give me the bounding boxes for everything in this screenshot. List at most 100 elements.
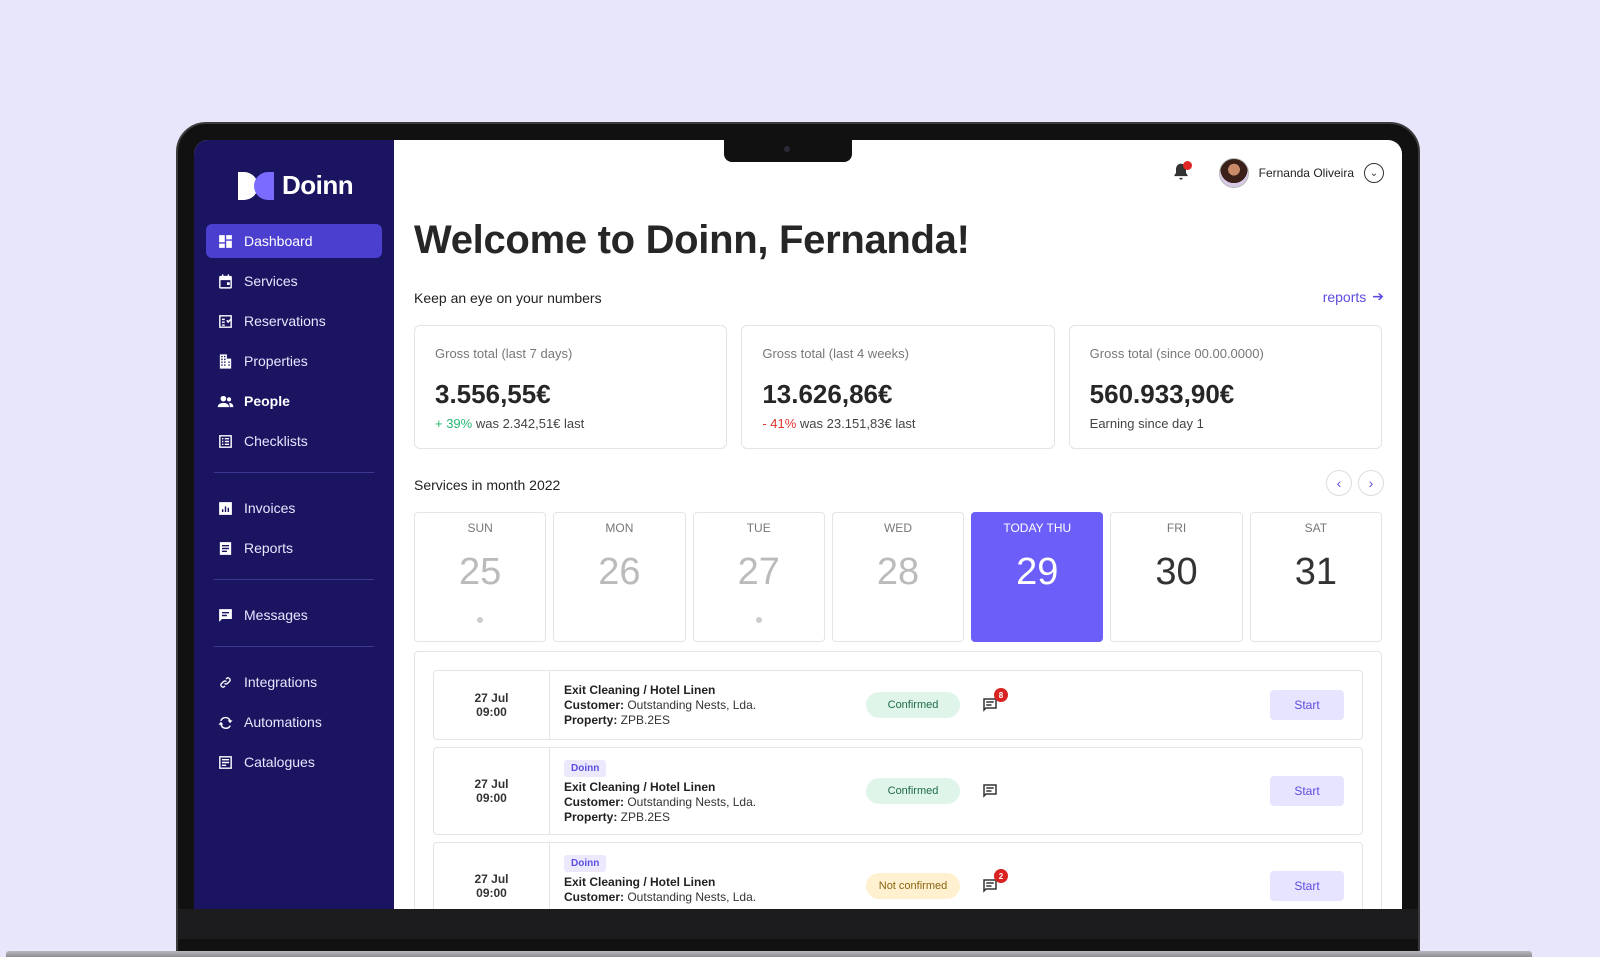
page-title: Welcome to Doinn, Fernanda! xyxy=(414,218,970,262)
day-date: 28 xyxy=(876,551,920,593)
day-wed[interactable]: WED 28 xyxy=(831,512,965,642)
user-name[interactable]: Fernanda Oliveira xyxy=(1259,166,1354,180)
checklist-icon xyxy=(216,432,234,450)
sidebar-item-label: Dashboard xyxy=(244,233,313,249)
laptop-base xyxy=(6,951,1532,957)
day-name: SAT xyxy=(1304,521,1328,535)
stat-footer: - 41% was 23.151,83€ last xyxy=(762,416,1033,431)
message-icon xyxy=(216,606,234,624)
sidebar-divider xyxy=(214,472,374,473)
sidebar-item-invoices[interactable]: Invoices xyxy=(206,491,382,525)
sidebar-item-label: Messages xyxy=(244,607,308,623)
list-item[interactable]: 27 Jul 09:00 Exit Cleaning / Hotel Linen … xyxy=(433,670,1363,740)
sidebar-item-label: Invoices xyxy=(244,500,296,516)
stat-footer: + 39% was 2.342,51€ last xyxy=(435,416,706,431)
link-icon xyxy=(216,673,234,691)
message-count-badge: 2 xyxy=(994,869,1008,883)
list-item[interactable]: 27 Jul 09:00 Doinn Exit Cleaning / Hotel … xyxy=(433,842,1363,915)
sidebar-item-checklists[interactable]: Checklists xyxy=(206,424,382,458)
sidebar-item-messages[interactable]: Messages xyxy=(206,598,382,632)
day-sat[interactable]: SAT 31 xyxy=(1249,512,1382,642)
stat-note: was 2.342,51€ last xyxy=(472,416,585,431)
message-icon[interactable]: 8 xyxy=(980,688,1008,714)
service-datetime: 27 Jul 09:00 xyxy=(434,671,550,739)
notification-bell-icon[interactable] xyxy=(1171,161,1193,184)
chevron-left-icon[interactable]: ‹ xyxy=(1326,470,1352,496)
message-icon[interactable] xyxy=(980,782,1000,800)
service-day: 27 Jul xyxy=(474,872,509,886)
camera-icon xyxy=(784,146,790,152)
status-badge: Confirmed xyxy=(866,692,960,718)
sidebar-item-label: Services xyxy=(244,273,298,289)
service-title: Exit Cleaning / Hotel Linen xyxy=(564,780,716,794)
sidebar-item-automations[interactable]: Automations xyxy=(206,705,382,739)
start-button[interactable]: Start xyxy=(1270,776,1344,806)
service-datetime: 27 Jul 09:00 xyxy=(434,843,550,915)
camera-notch xyxy=(724,140,852,162)
day-date: 27 xyxy=(737,551,780,593)
event-dot xyxy=(755,617,762,623)
sidebar-item-reservations[interactable]: Reservations xyxy=(206,304,382,338)
day-date: 26 xyxy=(598,551,641,593)
sidebar-item-label: Automations xyxy=(244,714,322,730)
customer-label: Customer: xyxy=(564,890,625,904)
provider-tag: Doinn xyxy=(564,855,607,872)
day-name: WED xyxy=(883,521,912,535)
sidebar-item-catalogues[interactable]: Catalogues xyxy=(206,745,382,779)
numbers-heading: Keep an eye on your numbers xyxy=(414,290,602,306)
sidebar-item-label: Catalogues xyxy=(244,754,315,770)
stat-label: Gross total (last 7 days) xyxy=(435,346,573,361)
day-tue[interactable]: TUE 27 xyxy=(692,512,825,642)
brand-logo[interactable]: Doinn xyxy=(238,170,354,201)
sync-icon xyxy=(216,713,234,731)
service-time: 09:00 xyxy=(476,705,507,719)
start-button[interactable]: Start xyxy=(1270,690,1344,720)
sidebar-item-people[interactable]: People xyxy=(206,384,382,418)
service-time: 09:00 xyxy=(476,791,507,805)
sidebar-item-label: Reservations xyxy=(244,313,326,329)
sidebar-item-dashboard[interactable]: Dashboard xyxy=(206,224,382,258)
day-mon[interactable]: MON 26 xyxy=(553,512,686,642)
sidebar-item-reports[interactable]: Reports xyxy=(206,531,382,565)
stat-card-all-time: Gross total (since 00.00.0000) 560.933,9… xyxy=(1068,325,1382,449)
people-icon xyxy=(216,392,234,410)
week-navigation: ‹ › xyxy=(1326,470,1384,496)
customer-name: Outstanding Nests, Lda. xyxy=(624,698,757,712)
stat-note: Earning since day 1 xyxy=(1089,416,1204,431)
property-code: ZPB.2ES xyxy=(617,713,671,727)
sidebar-item-label: Properties xyxy=(244,353,308,369)
sidebar-item-integrations[interactable]: Integrations xyxy=(206,665,382,699)
logo-mark-icon xyxy=(238,171,274,200)
top-bar: Fernanda Oliveira ⌄ xyxy=(1171,158,1384,188)
day-fri[interactable]: FRI 30 xyxy=(1110,512,1243,642)
reports-link[interactable]: reports ➔ xyxy=(1323,288,1384,305)
brand-name: Doinn xyxy=(282,170,354,200)
laptop-chin xyxy=(178,909,1418,939)
sidebar-item-services[interactable]: Services xyxy=(206,264,382,298)
stat-delta: + 39% xyxy=(435,416,473,431)
services-heading: Services in month 2022 xyxy=(414,477,561,493)
day-sun[interactable]: SUN 25 xyxy=(414,512,547,642)
start-button[interactable]: Start xyxy=(1270,871,1344,901)
stat-note: was 23.151,83€ last xyxy=(796,416,916,431)
reports-link-label: reports xyxy=(1322,288,1367,305)
chevron-down-icon[interactable]: ⌄ xyxy=(1364,163,1384,183)
day-today-thu[interactable]: TODAY THU 29 xyxy=(971,512,1104,642)
invoice-icon xyxy=(216,499,234,517)
provider-tag: Doinn xyxy=(564,760,607,777)
property-label: Property: xyxy=(564,713,618,727)
customer-label: Customer: xyxy=(564,795,625,809)
service-day: 27 Jul xyxy=(474,691,509,705)
day-name: FRI xyxy=(1166,521,1187,535)
stat-value: 13.626,86€ xyxy=(762,379,893,409)
event-dot xyxy=(477,617,484,623)
sidebar-item-label: Integrations xyxy=(244,674,318,690)
laptop-frame: Doinn Dashboard Services Reservations Pr… xyxy=(176,122,1420,957)
service-title: Exit Cleaning / Hotel Linen xyxy=(564,683,716,697)
chevron-right-icon[interactable]: › xyxy=(1358,470,1384,496)
sidebar-item-properties[interactable]: Properties xyxy=(206,344,382,378)
list-item[interactable]: 27 Jul 09:00 Doinn Exit Cleaning / Hotel … xyxy=(433,747,1363,835)
avatar[interactable] xyxy=(1218,158,1249,188)
building-icon xyxy=(216,352,234,370)
message-icon[interactable]: 2 xyxy=(980,869,1008,895)
